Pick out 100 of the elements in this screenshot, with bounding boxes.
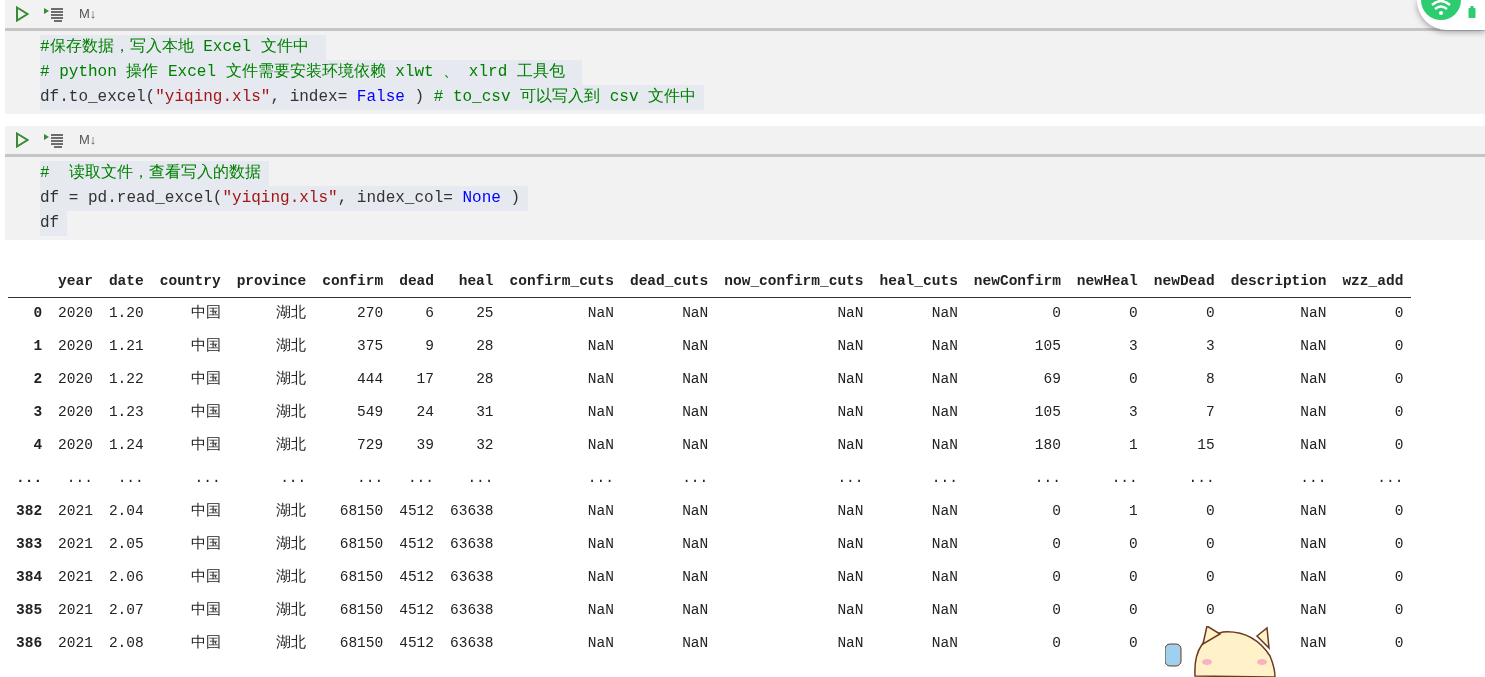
wifi-icon[interactable] — [1421, 0, 1461, 22]
table-cell-text: 0 — [1393, 501, 1405, 521]
table-cell-text: NaN — [930, 633, 959, 653]
table-cell-text: 444 — [356, 369, 385, 389]
table-cell-text: 0 — [1051, 501, 1062, 521]
column-header: province — [228, 268, 315, 297]
table-cell-text: 中国 — [189, 369, 222, 389]
table-cell-text: NaN — [586, 501, 615, 521]
table-cell-text: NaN — [1299, 633, 1328, 653]
table-cell-text: 63638 — [449, 534, 495, 554]
table-cell-text: 1.24 — [107, 435, 145, 455]
table-cell-text: 2020 — [57, 435, 94, 455]
column-header: confirm_cuts — [501, 268, 622, 297]
table-cell-text: 549 — [356, 402, 385, 422]
table-cell-text: 32 — [475, 435, 495, 455]
column-header: dead — [391, 268, 442, 297]
table-cell-text: NaN — [681, 633, 710, 653]
column-header: heal — [442, 268, 502, 297]
table-cell-text: 0 — [1051, 567, 1062, 587]
markdown-toggle[interactable]: M↓ — [79, 130, 97, 150]
table-cell-text: ... — [466, 468, 495, 488]
table-cell: 中国 — [151, 297, 229, 330]
table-cell: NaN — [716, 297, 872, 330]
table-cell-text: ... — [406, 468, 435, 488]
table-cell-text: NaN — [930, 567, 959, 587]
battery-icon — [1468, 6, 1476, 18]
run-icon[interactable] — [15, 6, 29, 22]
table-cell: NaN — [1222, 297, 1335, 330]
run-by-line-icon[interactable] — [43, 132, 65, 148]
table-cell-text: 4512 — [398, 633, 435, 653]
table-cell-text: 4512 — [398, 600, 435, 620]
table-cell-text: NaN — [681, 534, 710, 554]
column-header: confirm — [314, 268, 392, 297]
table-cell: NaN — [621, 297, 717, 330]
table-cell-text: 39 — [415, 435, 435, 455]
table-cell-text: 0 — [1393, 534, 1405, 554]
table-cell-text: 4512 — [398, 501, 435, 521]
table-cell: 2020 — [50, 297, 101, 330]
table-cell-text: 68150 — [338, 501, 385, 521]
table-cell-text: 0 — [1393, 600, 1405, 620]
table-cell-text: NaN — [681, 600, 710, 620]
table-cell-text: 2.04 — [107, 501, 145, 521]
table-cell-text: 湖北 — [275, 633, 308, 653]
table-cell-text: 68150 — [338, 600, 385, 620]
table-cell-text: 中国 — [189, 435, 222, 455]
table-cell-text: NaN — [681, 501, 710, 521]
table-cell-text: NaN — [586, 435, 615, 455]
table-cell-text: 0 — [1393, 336, 1405, 356]
table-cell-text: 9 — [424, 336, 435, 356]
table-cell-text: ... — [1110, 468, 1139, 488]
table-cell-text: 湖北 — [275, 336, 308, 356]
table-cell-text: NaN — [930, 336, 959, 356]
table-cell-text: 4512 — [398, 567, 435, 587]
table-cell-text: 0 — [1393, 435, 1405, 455]
table-cell-text: NaN — [1299, 402, 1328, 422]
table-cell-text: 2021 — [57, 534, 94, 554]
column-header: description — [1222, 268, 1335, 297]
table-cell-text: ... — [65, 468, 94, 488]
table-cell-text: NaN — [930, 600, 959, 620]
table-cell-text: 中国 — [189, 402, 222, 422]
run-icon[interactable] — [15, 132, 29, 148]
table-cell-text: NaN — [930, 369, 959, 389]
table-cell-text: 0 — [1051, 633, 1062, 653]
table-cell-text: 2020 — [57, 336, 94, 356]
table-cell-text: NaN — [586, 402, 615, 422]
run-by-line-icon[interactable] — [43, 6, 65, 22]
table-cell-text: ... — [1376, 468, 1405, 488]
markdown-toggle[interactable]: M↓ — [79, 4, 97, 24]
table-cell-text: 湖北 — [275, 369, 308, 389]
table-cell-text: 中国 — [189, 600, 222, 620]
table-cell-text: NaN — [1299, 567, 1328, 587]
table-cell-text: 24 — [415, 402, 435, 422]
table-cell-text: 0 — [1205, 534, 1216, 554]
table-cell-text: 0 — [1393, 633, 1405, 653]
table-cell-text: NaN — [586, 633, 615, 653]
table-cell-text: NaN — [681, 435, 710, 455]
table-cell-text: 1.22 — [107, 369, 145, 389]
table-cell-text: NaN — [930, 402, 959, 422]
row-index: 2 — [32, 369, 44, 389]
table-cell-text: NaN — [1299, 369, 1328, 389]
table-cell-text: 0 — [1393, 567, 1405, 587]
table-cell-text: 2.06 — [107, 567, 145, 587]
table-cell-text: 31 — [475, 402, 495, 422]
table-cell-text: 湖北 — [275, 534, 308, 554]
table-cell-text: 2.07 — [107, 600, 145, 620]
row-index: 4 — [32, 435, 44, 455]
table-cell-text: 0 — [1393, 402, 1405, 422]
table-cell-text: NaN — [836, 534, 865, 554]
table-cell-text: NaN — [681, 369, 710, 389]
table-cell-text: NaN — [1299, 336, 1328, 356]
table-cell-text: 15 — [1196, 435, 1216, 455]
table-cell-text: 中国 — [189, 501, 222, 521]
column-header: newHeal — [1068, 268, 1146, 297]
table-cell-text: ... — [586, 468, 615, 488]
table-cell-text: 3 — [1205, 336, 1216, 356]
table-cell-text: 0 — [1128, 567, 1139, 587]
table-cell-text: ... — [681, 468, 710, 488]
row-index: 0 — [8, 297, 51, 330]
table-cell-text: ... — [356, 468, 385, 488]
table-cell-text: 1 — [1128, 501, 1139, 521]
